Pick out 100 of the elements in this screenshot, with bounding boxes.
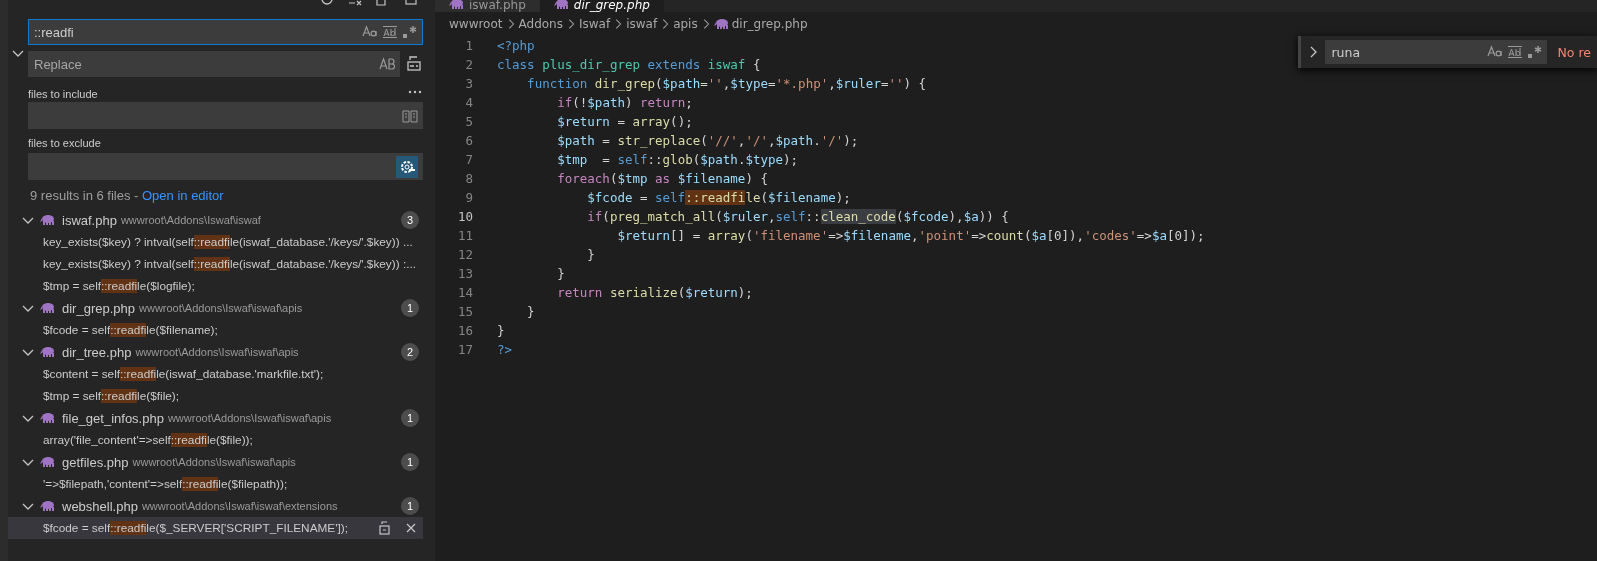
results-summary: 9 results in 6 files - (30, 188, 140, 203)
match-text: $content = self::readfile(iswaf_database.'markfile.txt'); (43, 367, 325, 381)
file-path: wwwroot\Addons\Iswaf\iswaf\apis (139, 302, 304, 314)
whole-word-icon (1507, 44, 1524, 60)
line-number: 17 (456, 342, 474, 357)
file-name: webshell.php (62, 498, 138, 514)
search-input[interactable]: ::readfi (28, 19, 423, 45)
regex-icon (1527, 44, 1544, 60)
file-result-row[interactable]: webshell.php wwwroot\Addons\Iswaf\iswaf\extensions 1 (8, 495, 423, 517)
replace-icon[interactable] (377, 520, 393, 536)
line-number: 13 (456, 266, 474, 281)
code-line: return serialize($return); (556, 285, 753, 300)
breadcrumb-item[interactable]: Addons (518, 17, 563, 31)
file-name: dir_grep.php (62, 300, 135, 316)
file-name: file_get_infos.php (62, 410, 164, 426)
php-file-icon (40, 454, 56, 470)
line-number: 10 (456, 209, 474, 224)
code-line: if(!$path) return; (556, 95, 693, 110)
find-input[interactable]: runa (1325, 40, 1548, 64)
breadcrumb-item[interactable]: wwwroot (449, 17, 503, 31)
line-number: 16 (456, 323, 474, 338)
match-count-badge: 1 (401, 453, 419, 471)
code-line: ?> (497, 342, 513, 357)
match-count-badge: 1 (401, 409, 419, 427)
match-count-badge: 1 (401, 497, 419, 515)
code-line: $fcode = self::readfile($filename); (586, 190, 851, 205)
code-line: } (586, 247, 595, 262)
file-result-row[interactable]: dir_tree.php wwwroot\Addons\Iswaf\iswaf\apis 2 (8, 341, 423, 363)
match-result-row[interactable]: $tmp = self::readfile($logfile); (8, 275, 433, 297)
php-file-icon (40, 344, 56, 360)
file-path: wwwroot\Addons\Iswaf\iswaf\apis (167, 412, 333, 424)
match-text: array('file_content'=>self::readfile($file)); (43, 433, 254, 447)
include-input[interactable] (28, 102, 423, 129)
open-in-editor-link[interactable]: Open in editor (142, 188, 224, 203)
editor-tab[interactable]: iswaf.php (435, 0, 540, 12)
match-result-row[interactable]: key_exists($key) ? intval(self::readfile(iswaf_database.'/keys/'.$key)) :... (8, 253, 433, 275)
line-number: 3 (464, 76, 474, 91)
breadcrumb-item[interactable]: Iswaf (578, 17, 611, 31)
file-result-row[interactable]: file_get_infos.php wwwroot\Addons\Iswaf\iswaf\apis 1 (8, 407, 423, 429)
match-result-row[interactable]: array('file_content'=>self::readfile($file)); (8, 429, 433, 451)
php-file-icon (40, 498, 56, 514)
file-name: getfiles.php (62, 454, 129, 470)
php-file-icon (713, 16, 730, 32)
breadcrumb-item[interactable]: apis (673, 17, 698, 31)
line-number: 6 (464, 133, 474, 148)
php-file-icon (553, 0, 570, 12)
match-text: $fcode = self::readfile($filename); (43, 323, 219, 337)
line-number: 8 (464, 171, 474, 186)
breadcrumb-item[interactable]: dir_grep.php (731, 17, 808, 31)
code-line: class plus_dir_grep extends iswaf { (497, 57, 761, 72)
editor-tab[interactable]: dir_grep.php (539, 0, 664, 12)
code-line: $return[] = array('filename'=>$filename,'point'=>count($a[0]),'codes'=>$a[0]); (616, 228, 1205, 243)
match-text: $tmp = self::readfile($logfile); (43, 279, 196, 293)
line-number: 9 (464, 190, 474, 205)
match-count-badge: 1 (401, 299, 419, 317)
regex-icon (402, 24, 418, 40)
no-results-message: No re (1557, 44, 1591, 60)
exclude-label: files to exclude (28, 137, 102, 149)
replace-all-icon[interactable] (405, 55, 423, 73)
exclude-input[interactable] (28, 153, 423, 180)
match-count-badge: 2 (401, 343, 419, 361)
code-line: if(preg_match_all($ruler,self::clean_code($fcode),$a)) { (586, 209, 1009, 224)
book-icon[interactable] (402, 107, 418, 124)
code-line: } (497, 323, 505, 338)
breadcrumb-item[interactable]: iswaf (626, 17, 658, 31)
code-line: } (556, 266, 565, 281)
file-path: wwwroot\Addons\Iswaf\iswaf (120, 214, 262, 226)
match-result-row[interactable]: key_exists($key) ? intval(self::readfile(iswaf_database.'/keys/'.$key)) ... (8, 231, 433, 253)
code-line: <?php (497, 38, 535, 53)
line-number: 5 (464, 114, 474, 129)
match-result-row[interactable]: $tmp = self::readfile($file); (8, 385, 433, 407)
match-result-row[interactable]: $fcode = self::readfile($filename); (8, 319, 433, 341)
replace-input[interactable]: Replace (28, 51, 400, 77)
file-path: wwwroot\Addons\Iswaf\iswaf\apis (135, 346, 300, 358)
match-result-row[interactable]: '=>$filepath,'content'=>self::readfile($filepath)); (8, 473, 433, 495)
match-text: '=>$filepath,'content'=>self::readfile($filepath)); (43, 477, 289, 491)
match-result-row[interactable]: $content = self::readfile(iswaf_database.'markfile.txt'); (8, 363, 433, 385)
file-result-row[interactable]: dir_grep.php wwwroot\Addons\Iswaf\iswaf\apis 1 (8, 297, 423, 319)
php-file-icon (40, 212, 56, 228)
code-line: $return = array(); (556, 114, 693, 129)
code-line: function dir_grep($path='',$type='*.php',$ruler='') { (526, 76, 927, 91)
match-case-icon (1487, 44, 1504, 60)
match-text: key_exists($key) ? intval(self::readfile(iswaf_database.'/keys/'.$key)) :... (43, 257, 417, 271)
file-result-row[interactable]: iswaf.php wwwroot\Addons\Iswaf\iswaf 3 (8, 209, 423, 231)
match-text: key_exists($key) ? intval(self::readfile(iswaf_database.'/keys/'.$key)) ... (43, 235, 414, 249)
line-number: 2 (464, 57, 474, 72)
line-number: 4 (464, 95, 474, 110)
line-number: 1 (464, 38, 474, 53)
file-result-row[interactable]: getfiles.php wwwroot\Addons\Iswaf\iswaf\apis 1 (8, 451, 423, 473)
match-result-row[interactable]: $fcode = self::readfile($_SERVER['SCRIPT_FILENAME']); (8, 517, 423, 539)
match-text: $tmp = self::readfile($file); (43, 389, 181, 403)
line-number: 7 (464, 152, 474, 167)
php-file-icon (40, 300, 56, 316)
code-line: } (526, 304, 535, 319)
match-case-icon (362, 24, 378, 40)
include-label: files to include (28, 88, 98, 100)
php-file-icon (449, 0, 465, 12)
match-count-badge: 3 (401, 211, 419, 229)
code-line: $path = str_replace('//','/',$path.'/'); (556, 133, 859, 148)
file-name: iswaf.php (62, 212, 117, 228)
